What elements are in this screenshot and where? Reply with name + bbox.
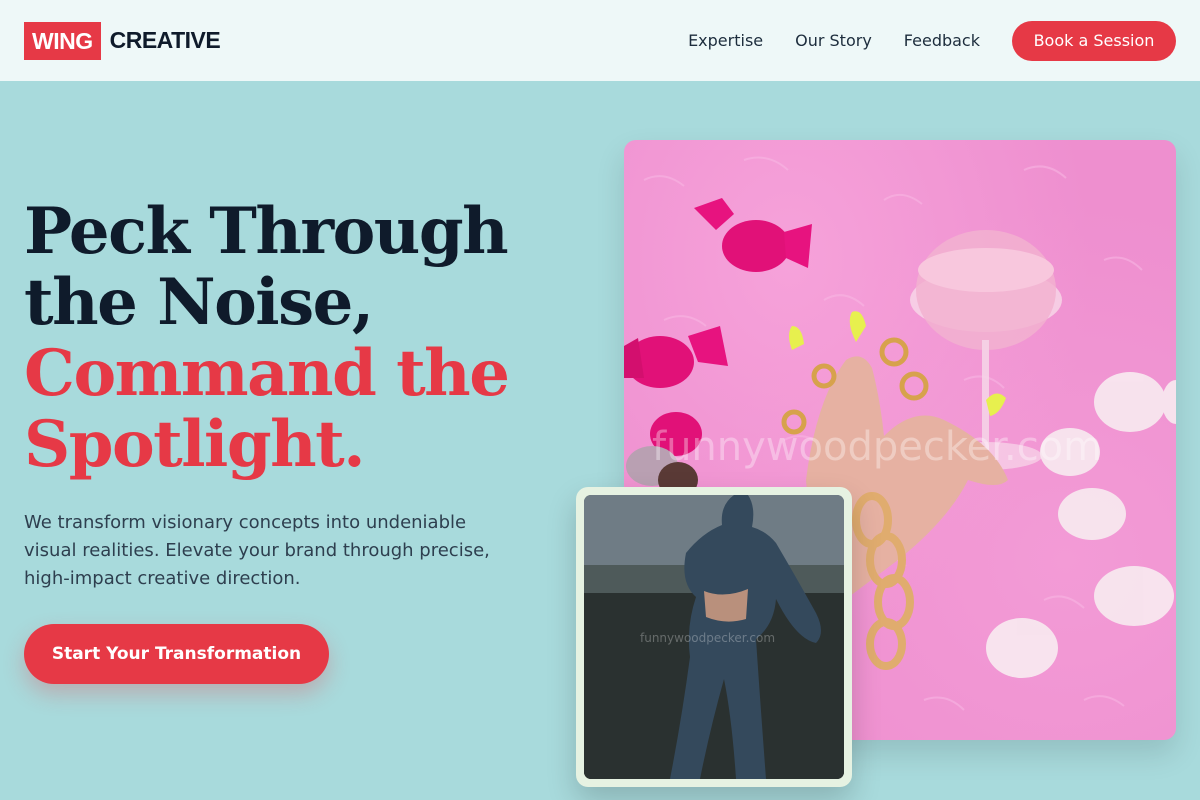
site-header: WING CREATIVE Expertise Our Story Feedba… xyxy=(0,0,1200,81)
secondary-image-watermark: funnywoodpecker.com xyxy=(640,631,776,645)
logo-mark: WING xyxy=(24,21,101,60)
hero-heading: Peck Through the Noise, Command the Spot… xyxy=(24,196,584,480)
petals xyxy=(986,372,1176,678)
hero-heading-line-2: the Noise, xyxy=(24,265,374,340)
book-session-button[interactable]: Book a Session xyxy=(1012,20,1176,61)
hero-image-secondary-photo: funnywoodpecker.com xyxy=(584,495,844,779)
hero-heading-line-1: Peck Through xyxy=(24,194,509,269)
main-nav: Expertise Our Story Feedback Book a Sess… xyxy=(688,20,1176,61)
hero-heading-line-4: Spotlight. xyxy=(24,407,365,482)
hero-subtitle: We transform visionary concepts into und… xyxy=(24,512,490,589)
start-transformation-button[interactable]: Start Your Transformation xyxy=(24,624,329,684)
main-image-watermark: funnywoodpecker.com xyxy=(652,424,1103,470)
nav-link-expertise[interactable]: Expertise xyxy=(688,31,763,50)
logo-wordmark: CREATIVE xyxy=(109,27,221,53)
nav-link-our-story[interactable]: Our Story xyxy=(795,31,872,50)
logo[interactable]: WING CREATIVE xyxy=(24,21,221,60)
hero-image-secondary: funnywoodpecker.com xyxy=(576,487,852,787)
hero-heading-line-3: Command the xyxy=(24,336,510,411)
nav-link-feedback[interactable]: Feedback xyxy=(904,31,980,50)
